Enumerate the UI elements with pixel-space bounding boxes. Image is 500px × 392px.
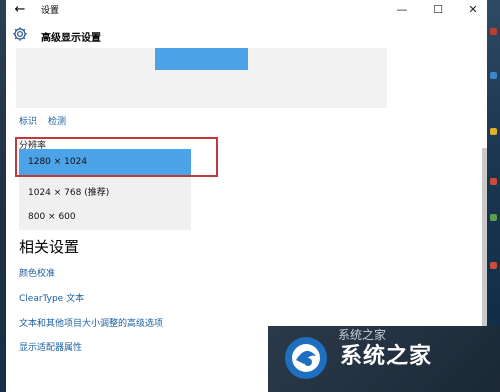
identify-link[interactable]: 标识 [19,114,37,127]
desktop-icon[interactable] [490,262,497,269]
detect-link[interactable]: 检测 [48,114,66,127]
watermark: 系统之家 系统之家 [268,326,500,392]
watermark-text: 系统之家 [340,344,433,369]
display-preview [16,48,387,108]
desktop-icon[interactable] [490,28,497,35]
desktop-icon[interactable] [490,128,497,135]
maximize-button[interactable]: ☐ [426,0,450,20]
related-settings-title: 相关设置 [19,238,80,256]
monitor-tile[interactable] [155,48,248,70]
gear-icon [13,27,27,41]
back-button[interactable]: ← [12,2,28,18]
title-bar: ← 设置 — ☐ ✕ [6,0,487,20]
desktop-icon[interactable] [490,72,497,79]
highlight-box [15,137,218,177]
desktop-icon[interactable] [490,214,497,221]
watermark-logo-icon [285,337,327,379]
window-title: 设置 [41,6,60,16]
display-adapter-properties-link[interactable]: 显示适配器属性 [19,340,82,353]
color-calibration-link[interactable]: 颜色校准 [19,266,55,279]
desktop-icon[interactable] [490,178,497,185]
minimize-button[interactable]: — [390,0,414,20]
close-button[interactable]: ✕ [461,0,485,20]
resolution-option-800x600[interactable]: 800 × 600 [19,204,191,230]
page-header: 高级显示设置 [6,22,487,48]
advanced-sizing-link[interactable]: 文本和其他项目大小调整的高级选项 [19,316,163,329]
cleartype-text-link[interactable]: ClearType 文本 [19,291,84,304]
page-title: 高级显示设置 [41,33,101,44]
resolution-option-1024x768[interactable]: 1024 × 768 (推荐) [19,177,191,204]
